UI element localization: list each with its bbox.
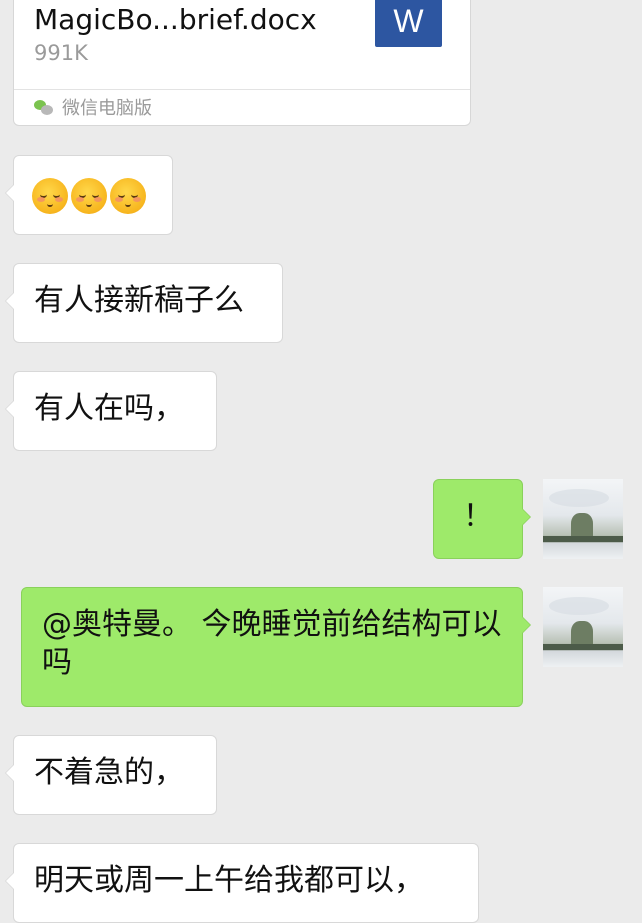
emoji-row bbox=[32, 174, 154, 214]
message-text: ！ bbox=[463, 499, 493, 534]
message-text: @奥特曼。 今晚睡觉前给结构可以吗 bbox=[42, 607, 502, 680]
message-bubble-outgoing[interactable]: ！ bbox=[433, 479, 531, 559]
message-text: 不着急的， bbox=[34, 755, 184, 790]
message-bubble-incoming[interactable]: 有人接新稿子么 bbox=[5, 263, 283, 343]
word-icon-letter: W bbox=[393, 3, 424, 39]
file-size: 991K bbox=[34, 41, 88, 65]
file-message-card[interactable]: MagicBo...brief.docx 991K W 微信电脑版 bbox=[13, 0, 471, 126]
blushing-face-emoji-icon bbox=[32, 178, 68, 214]
message-bubble-incoming[interactable]: 有人在吗， bbox=[5, 371, 217, 451]
message-text: 明天或周一上午给我都可以， bbox=[34, 863, 424, 898]
message-text: 有人接新稿子么 bbox=[34, 283, 244, 318]
file-source-label: 微信电脑版 bbox=[62, 98, 152, 119]
file-name: MagicBo...brief.docx bbox=[34, 3, 317, 36]
blushing-face-emoji-icon bbox=[71, 178, 107, 214]
wechat-icon bbox=[34, 99, 54, 115]
message-bubble-incoming[interactable]: 不着急的， bbox=[5, 735, 217, 815]
message-text: 有人在吗， bbox=[34, 391, 184, 426]
blushing-face-emoji-icon bbox=[110, 178, 146, 214]
word-document-icon: W bbox=[375, 0, 442, 47]
message-bubble-emoji[interactable] bbox=[5, 155, 173, 235]
file-card-divider bbox=[14, 89, 470, 90]
message-bubble-incoming[interactable]: 明天或周一上午给我都可以， bbox=[5, 843, 479, 923]
avatar[interactable] bbox=[543, 587, 623, 667]
file-source: 微信电脑版 bbox=[34, 96, 152, 119]
message-bubble-outgoing[interactable]: @奥特曼。 今晚睡觉前给结构可以吗 bbox=[21, 587, 531, 707]
avatar[interactable] bbox=[543, 479, 623, 559]
